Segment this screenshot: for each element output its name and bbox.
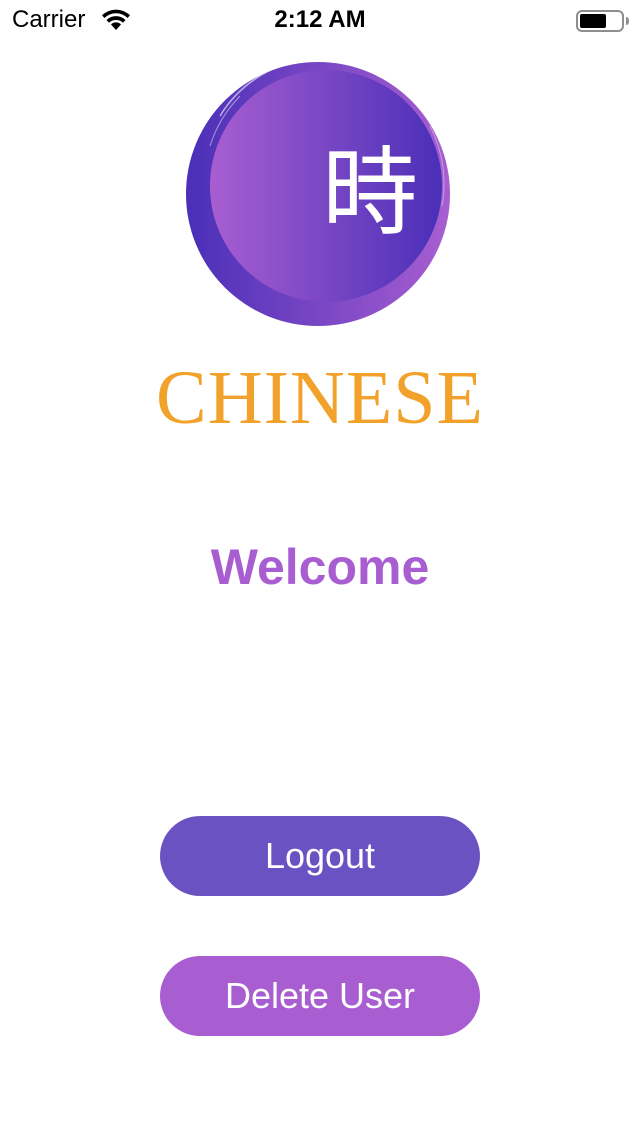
logout-button[interactable]: Logout <box>160 816 480 896</box>
battery-icon <box>576 10 629 32</box>
status-bar: Carrier 2:12 AM <box>0 0 640 40</box>
delete-user-button[interactable]: Delete User <box>160 956 480 1036</box>
status-time: 2:12 AM <box>274 6 366 33</box>
welcome-heading: Welcome <box>210 539 430 595</box>
app-logo: 時 <box>186 57 450 326</box>
logo-glyph: 時 <box>322 137 418 249</box>
brand-name: CHINESE <box>156 356 484 440</box>
